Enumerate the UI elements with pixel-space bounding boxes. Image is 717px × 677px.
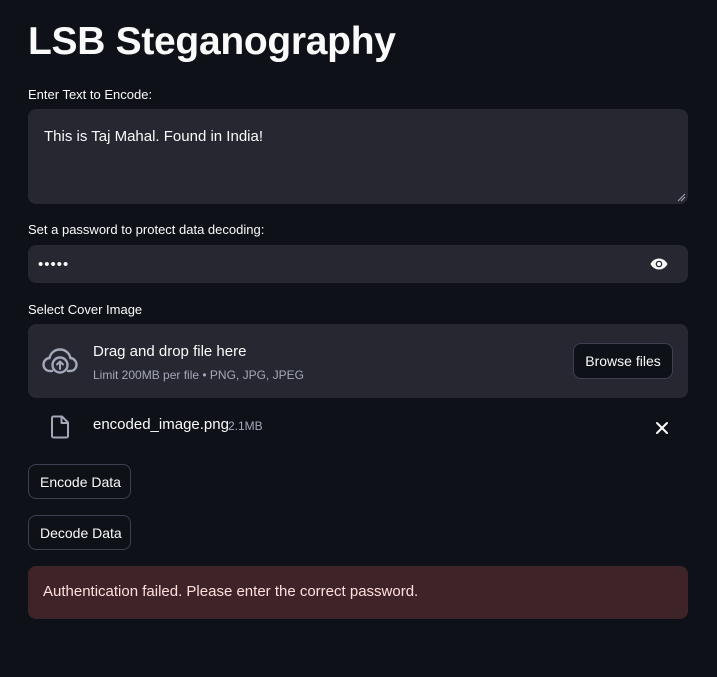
password-input[interactable] [28,245,628,283]
error-alert: Authentication failed. Please enter the … [28,566,688,619]
file-limit-text: Limit 200MB per file • PNG, JPG, JPEG [93,368,304,382]
file-dropzone[interactable]: Drag and drop file here Limit 200MB per … [28,324,688,398]
page-title: LSB Steganography [28,20,396,63]
file-name: encoded_image.png [93,416,229,433]
encode-data-button[interactable]: Encode Data [28,464,131,499]
password-field [28,245,688,283]
password-input-label: Set a password to protect data decoding: [28,222,265,237]
decode-data-button[interactable]: Decode Data [28,515,131,550]
text-to-encode-input[interactable]: This is Taj Mahal. Found in India! [28,109,688,204]
cover-image-label: Select Cover Image [28,302,143,317]
cloud-upload-icon [42,348,78,374]
file-size: 2.1MB [228,419,263,433]
resize-grip-icon[interactable] [676,192,686,202]
file-icon [51,415,69,439]
browse-files-button[interactable]: Browse files [573,343,673,379]
eye-icon[interactable] [648,255,670,273]
text-input-label: Enter Text to Encode: [28,87,153,102]
dropzone-instructions: Drag and drop file here [93,343,247,360]
uploaded-file-row: encoded_image.png 2.1MB [28,410,688,444]
close-icon[interactable] [654,420,670,436]
